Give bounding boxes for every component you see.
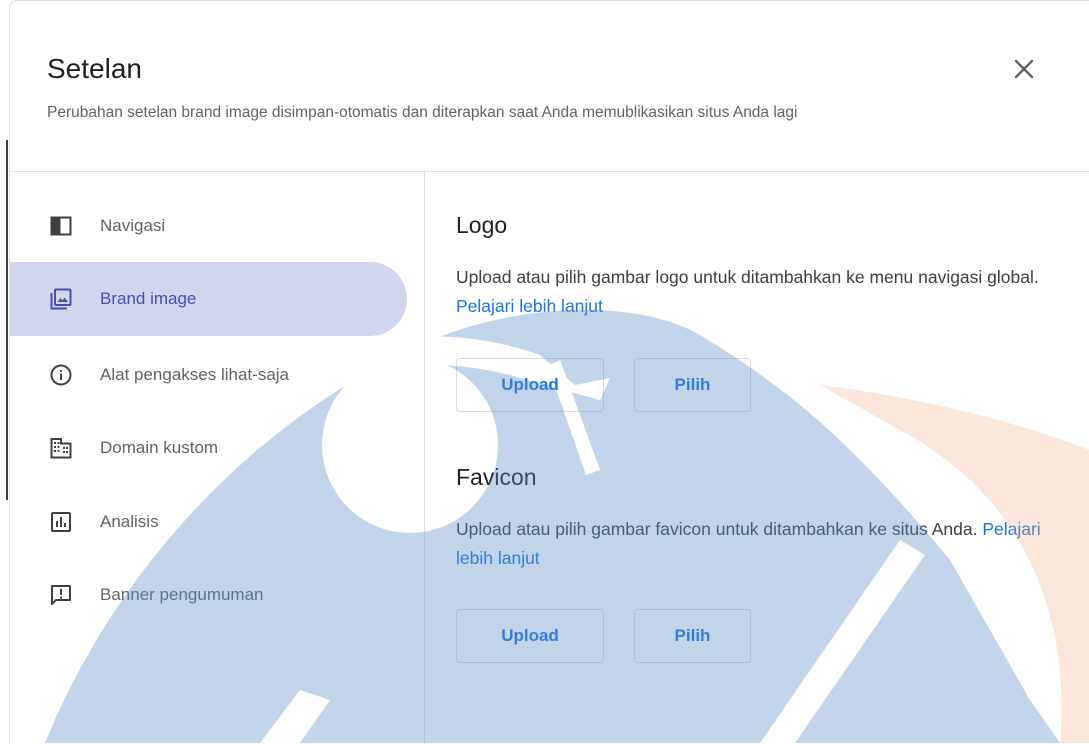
announcement-icon bbox=[51, 585, 71, 605]
close-button[interactable] bbox=[1006, 51, 1042, 87]
window-edge-bar bbox=[6, 140, 8, 500]
dialog-subtitle: Perubahan setelan brand image disimpan-o… bbox=[47, 104, 798, 121]
settings-sidebar: Navigasi Brand image Alat pengakses liha… bbox=[10, 172, 425, 744]
favicon-upload-button[interactable]: Upload bbox=[456, 609, 604, 663]
sidebar-panel-icon bbox=[50, 216, 72, 236]
logo-section-description: Upload atau pilih gambar logo untuk dita… bbox=[456, 263, 1076, 321]
sidebar-item-announcement-banner[interactable]: Banner pengumuman bbox=[10, 558, 407, 632]
dialog-title: Setelan bbox=[47, 53, 142, 84]
image-gallery-icon bbox=[50, 288, 72, 310]
sidebar-item-label: Brand image bbox=[100, 289, 197, 308]
settings-dialog: Setelan Perubahan setelan brand image di… bbox=[9, 0, 1089, 744]
logo-learn-more-link[interactable]: Pelajari lebih lanjut bbox=[456, 296, 603, 316]
sidebar-item-viewers[interactable]: Alat pengakses lihat-saja bbox=[10, 338, 407, 412]
sidebar-item-label: Banner pengumuman bbox=[100, 585, 264, 604]
sidebar-item-custom-domain[interactable]: Domain kustom bbox=[10, 411, 407, 485]
bar-chart-icon bbox=[51, 512, 71, 532]
logo-choose-button[interactable]: Pilih bbox=[634, 358, 751, 412]
dialog-header: Setelan Perubahan setelan brand image di… bbox=[10, 1, 1089, 172]
logo-upload-button[interactable]: Upload bbox=[456, 358, 604, 412]
sidebar-item-label: Domain kustom bbox=[100, 438, 219, 457]
sidebar-item-label: Navigasi bbox=[100, 216, 166, 235]
window-edge bbox=[0, 0, 9, 743]
sidebar-item-label: Analisis bbox=[100, 512, 159, 531]
sidebar-item-label: Alat pengakses lihat-saja bbox=[100, 365, 290, 384]
building-icon bbox=[50, 438, 72, 459]
favicon-description-text: Upload atau pilih gambar favicon untuk d… bbox=[456, 519, 978, 539]
sidebar-item-navigasi[interactable]: Navigasi bbox=[10, 189, 407, 263]
favicon-section-title: Favicon bbox=[456, 464, 537, 490]
logo-description-text: Upload atau pilih gambar logo untuk dita… bbox=[456, 267, 1039, 287]
logo-section-title: Logo bbox=[456, 212, 508, 238]
info-icon bbox=[50, 364, 72, 386]
close-icon bbox=[1014, 59, 1034, 79]
sidebar-item-brand-image[interactable]: Brand image bbox=[10, 262, 407, 336]
favicon-choose-button[interactable]: Pilih bbox=[634, 609, 751, 663]
favicon-section-description: Upload atau pilih gambar favicon untuk d… bbox=[456, 515, 1076, 573]
brand-image-panel: Logo Upload atau pilih gambar logo untuk… bbox=[425, 172, 1089, 744]
sidebar-item-analytics[interactable]: Analisis bbox=[10, 485, 407, 559]
